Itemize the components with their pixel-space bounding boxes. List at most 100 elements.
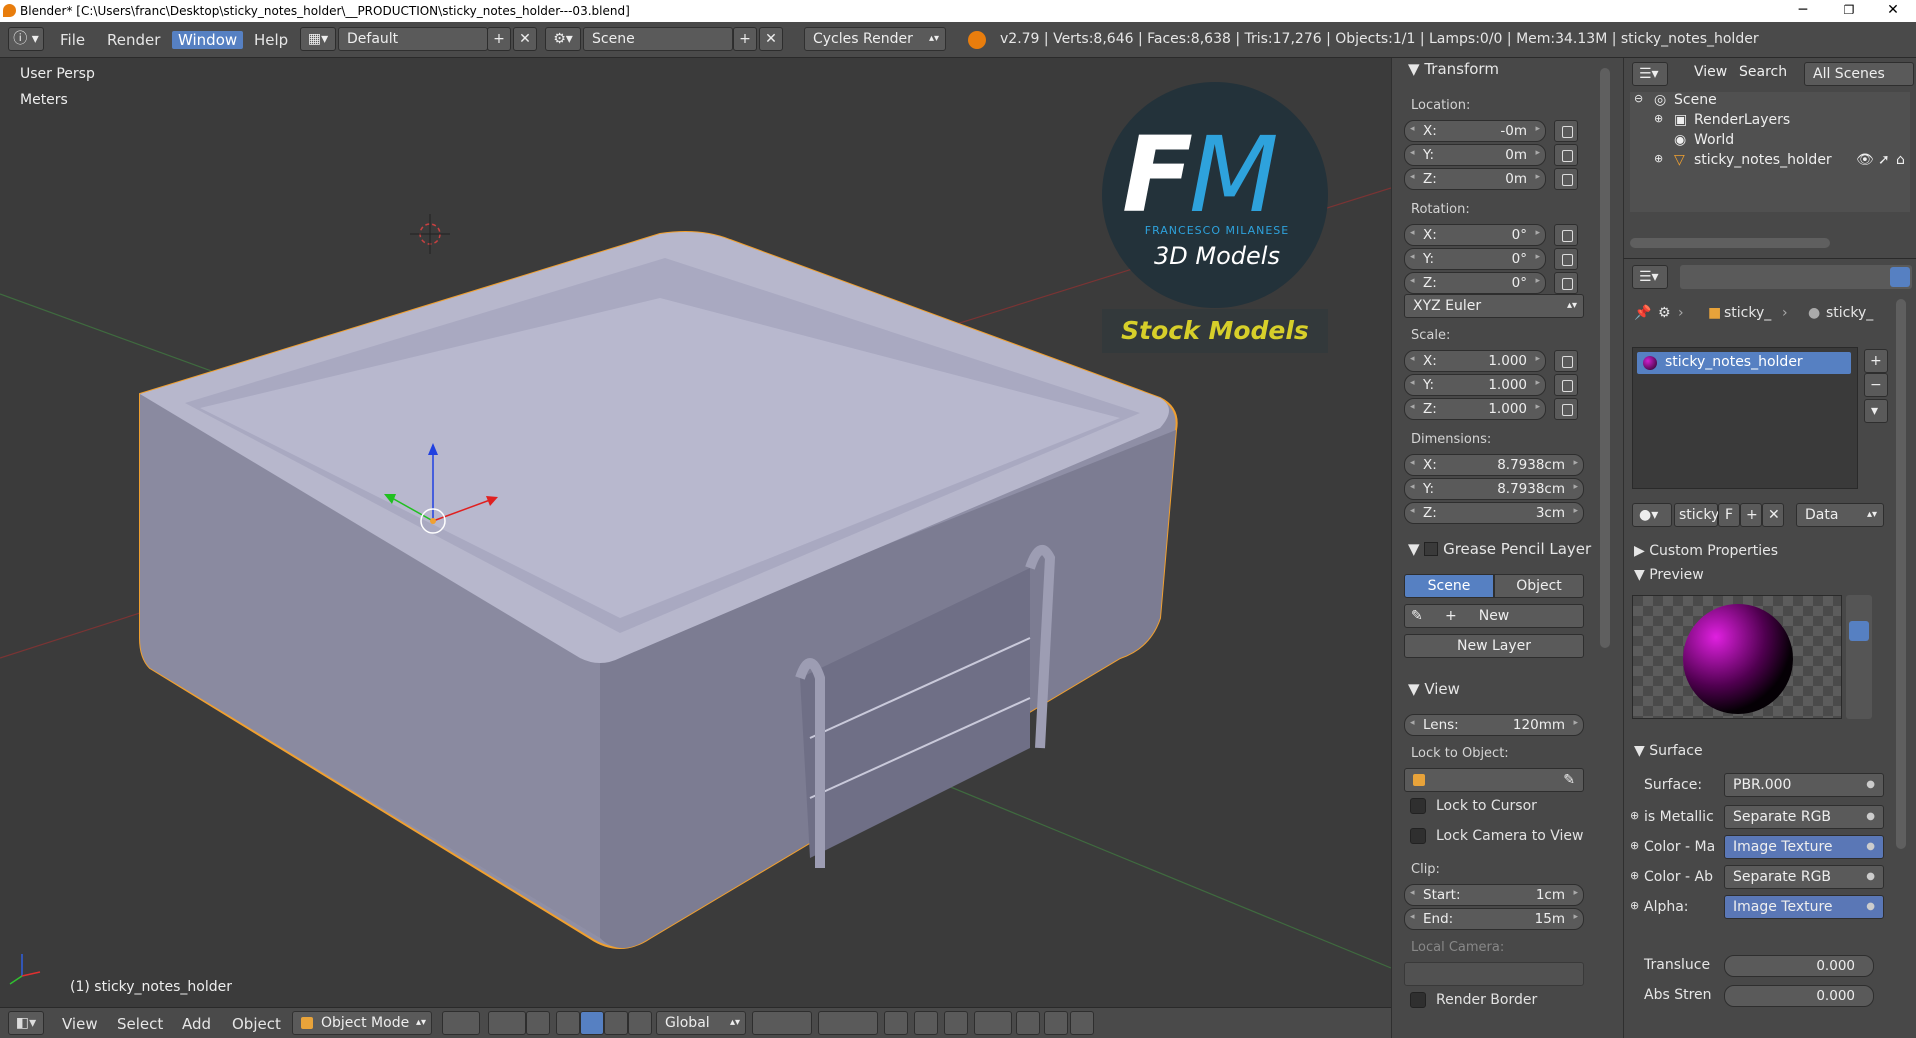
socket-expand-icon[interactable]: ⊕ [1630,869,1639,882]
menu-window[interactable]: Window [172,31,244,49]
custom-properties-header[interactable]: ▶ Custom Properties [1634,543,1778,559]
rotation-z-field[interactable]: ◂ Z: 0° ▸ [1404,272,1546,294]
material-link-select[interactable]: Data ▴▾ [1796,503,1884,527]
rotation-x-lock-icon[interactable] [1554,224,1578,246]
preview-sphere-button[interactable] [1849,621,1869,641]
camera-render-icon[interactable] [1044,1011,1068,1035]
breadcrumb-material[interactable]: sticky_ [1826,305,1873,321]
properties-context-tabs[interactable] [1680,265,1912,289]
transform-header[interactable]: ▼ Transform [1408,60,1499,78]
preview-header[interactable]: ▼ Preview [1634,567,1704,583]
view-header[interactable]: ▼ View [1408,680,1460,698]
rotation-mode-select[interactable]: XYZ Euler ▴▾ [1404,294,1584,318]
npanel-scrollbar[interactable] [1600,68,1610,648]
scale-y-lock-icon[interactable] [1554,374,1578,396]
outliner-item-world[interactable]: World [1694,132,1734,148]
manipulator-toggle-icon[interactable] [526,1011,550,1035]
surface-node-select[interactable]: PBR.000 ● [1724,773,1884,797]
outliner-display-filter[interactable]: All Scenes [1804,62,1914,86]
translucency-field[interactable]: 0.000 [1724,955,1874,977]
snap-element-icon[interactable] [974,1011,1012,1035]
remove-slot-button[interactable]: − [1864,373,1888,397]
fake-user-button[interactable]: F [1718,503,1740,527]
outliner-scrollbar[interactable] [1630,238,1830,248]
dimensions-z-field[interactable]: ◂ Z: 3cm ▸ [1404,502,1584,524]
location-x-lock-icon[interactable] [1554,120,1578,142]
remove-scene-button[interactable]: ✕ [759,27,783,51]
render-border-checkbox[interactable] [1410,992,1426,1008]
proportional-edit-icon[interactable] [914,1011,938,1035]
location-z-lock-icon[interactable] [1554,168,1578,190]
rotation-y-field[interactable]: ◂ Y: 0° ▸ [1404,248,1546,270]
location-z-field[interactable]: ◂ Z: 0m ▸ [1404,168,1546,190]
outliner-item-scene[interactable]: Scene [1674,92,1717,108]
socket-expand-icon[interactable]: ⊕ [1630,809,1639,822]
abs-strength-field[interactable]: 0.000 [1724,985,1874,1007]
location-y-lock-icon[interactable] [1554,144,1578,166]
grease-pencil-tab-object[interactable]: Object [1494,574,1584,598]
new-material-button[interactable]: + [1740,503,1762,527]
menu-object[interactable]: Object [232,1015,281,1033]
minimize-button[interactable]: ─ [1780,0,1826,22]
layers-group-2-icon[interactable] [818,1011,878,1035]
scale-x-field[interactable]: ◂ X: 1.000 ▸ [1404,350,1546,372]
editor-type-info-icon[interactable]: ⓘ ▾ [8,27,44,51]
surface-header[interactable]: ▼ Surface [1634,743,1703,759]
pin-icon[interactable]: 📌 [1634,305,1651,321]
menu-select[interactable]: Select [117,1015,163,1033]
scene-icon[interactable]: ⚙▾ [545,27,581,51]
selectability-cursor-icon[interactable]: ➚ [1878,152,1890,168]
dimensions-x-field[interactable]: ◂ X: 8.7938cm ▸ [1404,454,1584,476]
editor-type-3d-icon[interactable]: ◧▾ [8,1011,44,1035]
new-layer-button[interactable]: New Layer [1404,634,1584,658]
clapper-icon[interactable] [1070,1011,1094,1035]
expand-object-icon[interactable]: ⊕ [1654,152,1663,165]
translate-manipulator-icon[interactable] [556,1011,580,1035]
unlink-material-button[interactable]: ✕ [1762,503,1784,527]
pivot-point-icon[interactable] [488,1011,526,1035]
grease-pencil-new-button[interactable]: ✎ + New [1404,604,1584,628]
surface-input-node-select[interactable]: Separate RGB ● [1724,805,1884,829]
add-scene-button[interactable]: + [733,27,757,51]
dimensions-y-field[interactable]: ◂ Y: 8.7938cm ▸ [1404,478,1584,500]
surface-input-node-select[interactable]: Separate RGB ● [1724,865,1884,889]
location-x-field[interactable]: ◂ X: -0m ▸ [1404,120,1546,142]
lock-cursor-checkbox[interactable] [1410,798,1426,814]
layer-lock-icon[interactable] [884,1011,908,1035]
scale-y-field[interactable]: ◂ Y: 1.000 ▸ [1404,374,1546,396]
preview-type-buttons[interactable] [1846,595,1872,719]
location-y-field[interactable]: ◂ Y: 0m ▸ [1404,144,1546,166]
expand-icon[interactable]: ⊕ [1654,112,1663,125]
clip-start-field[interactable]: ◂ Start: 1cm ▸ [1404,884,1584,906]
properties-scrollbar[interactable] [1896,299,1906,849]
remove-screen-button[interactable]: ✕ [513,27,537,51]
rotation-x-field[interactable]: ◂ X: 0° ▸ [1404,224,1546,246]
grease-pencil-header[interactable]: ▼ Grease Pencil Layer [1408,540,1591,558]
material-name-field[interactable]: sticky [1674,503,1719,527]
socket-expand-icon[interactable]: ⊕ [1630,839,1639,852]
grease-pencil-tab-scene[interactable]: Scene [1404,574,1494,598]
material-slot-row[interactable]: sticky_notes_holder [1637,352,1851,374]
scale-x-lock-icon[interactable] [1554,350,1578,372]
close-button[interactable]: ✕ [1870,0,1916,22]
surface-input-node-select[interactable]: Image Texture ● [1724,895,1884,919]
grease-pencil-checkbox[interactable] [1424,542,1439,556]
scale-z-lock-icon[interactable] [1554,398,1578,420]
clip-end-field[interactable]: ◂ End: 15m ▸ [1404,908,1584,930]
material-tab-icon[interactable] [1890,267,1910,287]
mode-select[interactable]: Object Mode ▴▾ [292,1011,432,1035]
outliner-editor-type-icon[interactable]: ☰▾ [1632,62,1668,86]
scene-field[interactable]: Scene [583,27,733,51]
layers-group-1-icon[interactable] [752,1011,812,1035]
add-slot-button[interactable]: + [1864,349,1888,373]
rotate-manipulator-icon[interactable] [580,1011,604,1035]
maximize-button[interactable]: ❐ [1826,0,1872,22]
scale-z-field[interactable]: ◂ Z: 1.000 ▸ [1404,398,1546,420]
menu-file[interactable]: File [60,31,85,49]
screen-layout-icon[interactable]: ▦▾ [300,27,336,51]
surface-input-node-select[interactable]: Image Texture ● [1724,835,1884,859]
outliner-item-renderlayers[interactable]: RenderLayers [1694,112,1790,128]
menu-help[interactable]: Help [254,31,288,49]
collapse-icon[interactable]: ⊖ [1634,92,1643,105]
outliner-menu-view[interactable]: View [1694,64,1727,80]
